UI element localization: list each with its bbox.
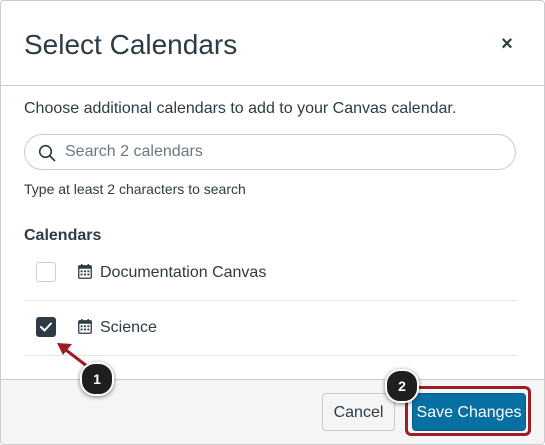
- calendar-icon: [78, 319, 92, 334]
- checkmark-icon: [40, 322, 52, 332]
- cancel-button[interactable]: Cancel: [322, 393, 395, 431]
- calendar-item-label: Science: [100, 319, 157, 336]
- callout-badge-1: 1: [80, 362, 114, 396]
- calendar-item-label: Documentation Canvas: [100, 264, 267, 281]
- dialog-title: Select Calendars: [24, 29, 238, 60]
- search-hint: Type at least 2 characters to search: [24, 181, 246, 197]
- save-button-highlight: [405, 386, 531, 436]
- intro-text: Choose additional calendars to add to yo…: [24, 100, 457, 117]
- search-icon: [38, 144, 56, 162]
- calendar-item-science[interactable]: Science: [24, 300, 518, 356]
- callout-badge-2: 2: [385, 369, 419, 403]
- calendars-section-label: Calendars: [24, 227, 102, 244]
- calendar-checkbox-checked[interactable]: [36, 317, 56, 337]
- calendar-icon: [78, 264, 92, 279]
- search-input[interactable]: [65, 141, 505, 163]
- calendar-item-documentation-canvas[interactable]: Documentation Canvas: [24, 245, 518, 301]
- dialog-header: Select Calendars ×: [1, 1, 544, 86]
- calendar-checkbox[interactable]: [36, 262, 56, 282]
- close-button[interactable]: ×: [492, 29, 522, 59]
- search-field[interactable]: [24, 134, 516, 170]
